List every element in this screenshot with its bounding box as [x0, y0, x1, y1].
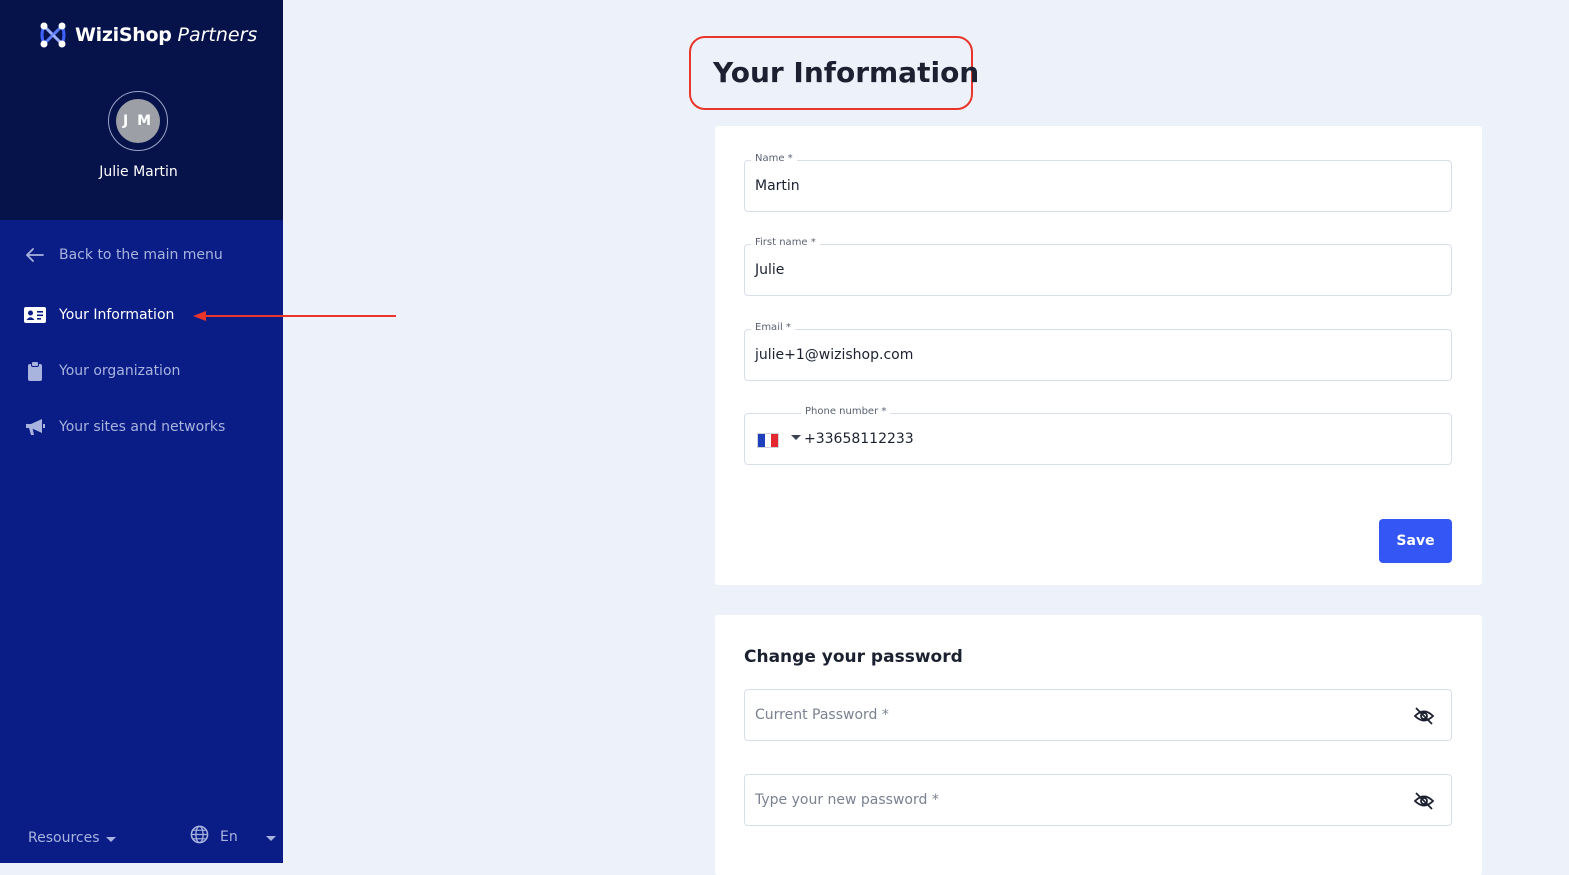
sidebar-item-your-organization[interactable]: Your organization — [24, 358, 180, 384]
sidebar-item-label: Your sites and networks — [59, 419, 226, 435]
arrow-left-icon — [24, 244, 46, 266]
name-value: Martin — [755, 178, 800, 194]
megaphone-icon — [24, 416, 46, 438]
email-value: julie+1@wizishop.com — [755, 347, 914, 363]
first-name-field[interactable]: First name * Julie — [744, 237, 1452, 296]
save-button[interactable]: Save — [1379, 519, 1452, 563]
sidebar-item-your-sites-and-networks[interactable]: Your sites and networks — [24, 414, 225, 440]
language-label: En — [220, 828, 238, 845]
resources-menu[interactable]: Resources — [28, 830, 116, 846]
sidebar-item-label: Your organization — [59, 363, 181, 379]
first-name-label: First name * — [751, 237, 820, 248]
user-name: Julie Martin — [99, 164, 178, 180]
language-selector[interactable]: En — [190, 825, 276, 848]
password-card: Change your password Current Password * … — [715, 615, 1482, 875]
name-label: Name * — [751, 153, 797, 164]
name-field[interactable]: Name * Martin — [744, 153, 1452, 212]
eye-slash-icon[interactable] — [1413, 706, 1435, 726]
brand-logo[interactable]: WiziShop Partners — [37, 18, 257, 52]
phone-value: +33658112233 — [804, 431, 914, 447]
sidebar-header: WiziShop Partners J M Julie Martin — [0, 0, 283, 220]
avatar[interactable]: J M — [116, 99, 160, 143]
clipboard-icon — [24, 360, 46, 382]
sidebar-item-label: Your Information — [59, 307, 175, 323]
current-password-field[interactable]: Current Password * — [744, 689, 1452, 741]
password-section-title: Change your password — [744, 647, 963, 667]
brand-name: WiziShop — [75, 24, 172, 46]
new-password-field[interactable]: Type your new password * — [744, 774, 1452, 826]
first-name-value: Julie — [755, 262, 785, 278]
wizishop-logo-icon — [40, 22, 66, 48]
back-label: Back to the main menu — [59, 247, 223, 263]
globe-icon — [190, 825, 209, 848]
new-password-placeholder: Type your new password * — [755, 792, 939, 808]
id-card-icon — [24, 304, 46, 326]
back-to-main-menu-link[interactable]: Back to the main menu — [24, 242, 223, 268]
chevron-down-icon[interactable] — [791, 435, 801, 440]
email-field[interactable]: Email * julie+1@wizishop.com — [744, 322, 1452, 381]
phone-label: Phone number * — [801, 406, 891, 417]
sidebar-item-your-information[interactable]: Your Information — [24, 302, 174, 328]
resources-label: Resources — [28, 830, 100, 846]
information-card: Name * Martin First name * Julie Email *… — [715, 126, 1482, 585]
fr-flag-icon[interactable] — [757, 433, 779, 448]
annotation-arrow — [193, 311, 396, 321]
chevron-down-icon — [105, 837, 116, 842]
phone-field[interactable]: Phone number * +33658112233 — [744, 406, 1452, 465]
current-password-placeholder: Current Password * — [755, 707, 889, 723]
email-label: Email * — [751, 322, 795, 333]
brand-suffix: Partners — [177, 24, 258, 46]
page-title: Your Information — [713, 56, 980, 89]
chevron-down-icon — [266, 835, 276, 841]
sidebar: WiziShop Partners J M Julie Martin Back … — [0, 0, 283, 863]
eye-slash-icon[interactable] — [1413, 791, 1435, 811]
